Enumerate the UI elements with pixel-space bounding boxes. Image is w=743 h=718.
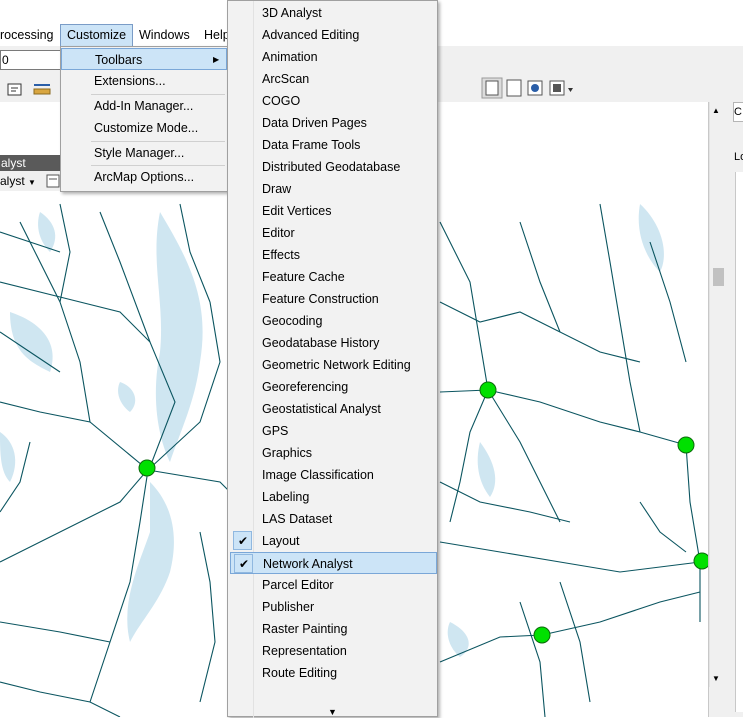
- toolbar-menu-item-label: ArcScan: [262, 72, 310, 86]
- menu-windows[interactable]: Windows: [133, 24, 196, 46]
- measure-tool-icon[interactable]: [30, 78, 54, 100]
- stop-point-2: [479, 381, 497, 399]
- toolbar-menu-item[interactable]: GPS: [230, 420, 437, 442]
- network-analyst-dropdown-label: alyst: [0, 174, 25, 188]
- toolbar-menu-item-label: Network Analyst: [263, 557, 353, 571]
- toolbar-menu-item[interactable]: Representation: [230, 640, 437, 662]
- catalog-tree[interactable]: [735, 172, 743, 712]
- submenu-arrow-icon: ▶: [213, 55, 220, 64]
- toolbar-menu-item-label: GPS: [262, 424, 289, 438]
- toolbar-menu-item[interactable]: Animation: [230, 46, 437, 68]
- toolbar-menu-item-label: Edit Vertices: [262, 204, 332, 218]
- toolbar-menu-item-label: Raster Painting: [262, 622, 348, 636]
- scroll-up-icon[interactable]: ▲: [712, 106, 720, 115]
- toolbar-menu-item-label: Labeling: [262, 490, 310, 504]
- toolbar-menu-item[interactable]: Data Driven Pages: [230, 112, 437, 134]
- toolbar-menu-item-label: COGO: [262, 94, 301, 108]
- network-analyst-dropdown[interactable]: alyst ▼: [0, 172, 42, 190]
- toolbar-menu-item[interactable]: Advanced Editing: [230, 24, 437, 46]
- toolbar-menu-item-label: Georeferencing: [262, 380, 349, 394]
- toolbar-menu-item[interactable]: Effects: [230, 244, 437, 266]
- toolbar-menu-item-label: Geocoding: [262, 314, 323, 328]
- menu-item-style-manager[interactable]: Style Manager...: [61, 142, 227, 164]
- toolbar-menu-item[interactable]: ArcScan: [230, 68, 437, 90]
- toolbar-menu-item[interactable]: Edit Vertices: [230, 200, 437, 222]
- scroll-more-arrow-icon[interactable]: ▼: [328, 707, 337, 717]
- toolbar-menu-item-label: Geostatistical Analyst: [262, 402, 381, 416]
- toolbar-menu-item-label: Parcel Editor: [262, 578, 334, 592]
- stop-point-5: [693, 552, 708, 570]
- toolbar-menu-item-label: Image Classification: [262, 468, 374, 482]
- menu-item-addin-manager[interactable]: Add-In Manager...: [61, 95, 227, 117]
- dropdown-arrow-icon: ▼: [28, 178, 36, 187]
- toolbar-menu-item[interactable]: Feature Cache: [230, 266, 437, 288]
- toolbar-menu-item[interactable]: LAS Dataset: [230, 508, 437, 530]
- checkmark-icon: ✔: [239, 557, 250, 571]
- toolbar-menu-item-label: Geodatabase History: [262, 336, 380, 350]
- toolbar-menu-item[interactable]: Data Frame Tools: [230, 134, 437, 156]
- toolbar-menu-item[interactable]: Graphics: [230, 442, 437, 464]
- stop-point-3: [677, 436, 695, 454]
- menu-item-customize-mode[interactable]: Customize Mode...: [61, 117, 227, 139]
- menu-item-extensions[interactable]: Extensions...: [61, 70, 227, 92]
- toolbar-menu-item[interactable]: COGO: [230, 90, 437, 112]
- toolbar-menu-item[interactable]: Geostatistical Analyst: [230, 398, 437, 420]
- stop-point-1: [138, 459, 156, 477]
- toolbar-menu-item[interactable]: Geodatabase History: [230, 332, 437, 354]
- toolbar-menu-item-label: Effects: [262, 248, 300, 262]
- toolbar-menu-item[interactable]: Publisher: [230, 596, 437, 618]
- checkmark-icon: ✔: [238, 534, 249, 548]
- toolbar-menu-item[interactable]: Raster Painting: [230, 618, 437, 640]
- toolbar-menu-item-label: Layout: [262, 534, 300, 548]
- toolbar-menu-item[interactable]: ✔ Network Analyst: [230, 552, 437, 574]
- toolbar-menu-item-label: Route Editing: [262, 666, 338, 680]
- toolbar-menu-item-label: Data Frame Tools: [262, 138, 361, 152]
- toolbar-menu-item-label: Feature Cache: [262, 270, 345, 284]
- menu-item-toolbars[interactable]: Toolbars ▶: [61, 48, 227, 70]
- toolbar-menu-item-label: Editor: [262, 226, 295, 240]
- scroll-down-icon[interactable]: ▼: [712, 674, 720, 683]
- toolbar-menu-item-label: Graphics: [262, 446, 313, 460]
- menu-geoprocessing[interactable]: rocessing: [0, 24, 60, 46]
- toolbar-menu-item-label: Publisher: [262, 600, 315, 614]
- toolbar-menu-item[interactable]: Parcel Editor: [230, 574, 437, 596]
- toolbar-menu-item-label: Draw: [262, 182, 292, 196]
- toolbar-menu-item-label: Representation: [262, 644, 347, 658]
- toolbar-menu-item-label: Distributed Geodatabase: [262, 160, 401, 174]
- toolbar-menu-item[interactable]: Georeferencing: [230, 376, 437, 398]
- toolbar-menu-item-label: Advanced Editing: [262, 28, 360, 42]
- toolbar-menu-item[interactable]: Geometric Network Editing: [230, 354, 437, 376]
- toolbar-menu-item[interactable]: Geocoding: [230, 310, 437, 332]
- toolbar-menu-item[interactable]: 3D Analyst: [230, 2, 437, 24]
- toolbars-submenu: 3D Analyst Advanced Editing Animation ArcSc…: [227, 0, 438, 718]
- stop-point-4: [533, 626, 551, 644]
- identify-results-icon[interactable]: [3, 78, 27, 100]
- scale-combo[interactable]: 0: [0, 50, 63, 70]
- toolbar-menu-item[interactable]: Labeling: [230, 486, 437, 508]
- toolbar-menu-item[interactable]: Draw: [230, 178, 437, 200]
- map-vertical-scrollbar[interactable]: ▲ ▼: [709, 102, 727, 687]
- toolbar-menu-item[interactable]: Feature Construction: [230, 288, 437, 310]
- layout-toolbar-buttons: [480, 76, 574, 100]
- menu-item-arcmap-options[interactable]: ArcMap Options...: [61, 166, 227, 188]
- toolbar-menu-item[interactable]: Image Classification: [230, 464, 437, 486]
- na-window-button-icon[interactable]: [46, 174, 60, 188]
- location-label: Lo: [734, 151, 743, 163]
- scroll-thumb[interactable]: [713, 268, 724, 286]
- catalog-tab[interactable]: C: [733, 102, 743, 122]
- toolbar-menu-item-label: Data Driven Pages: [262, 116, 367, 130]
- network-analyst-window-title: alyst: [0, 155, 61, 171]
- toolbar-menu-item-label: Feature Construction: [262, 292, 379, 306]
- toolbar-menu-item[interactable]: ✔ Layout: [230, 530, 437, 552]
- customize-menu: Toolbars ▶ Extensions... Add-In Manager.…: [60, 46, 228, 192]
- toolbar-menu-item-label: Geometric Network Editing: [262, 358, 411, 372]
- toolbar-menu-item-label: 3D Analyst: [262, 6, 322, 20]
- toolbar-menu-item[interactable]: Route Editing: [230, 662, 437, 684]
- toolbar-menu-item-label: LAS Dataset: [262, 512, 333, 526]
- toolbar-menu-item[interactable]: Distributed Geodatabase: [230, 156, 437, 178]
- menu-customize[interactable]: Customize: [60, 24, 134, 48]
- toolbar-menu-item-label: Animation: [262, 50, 318, 64]
- toolbar-menu-item[interactable]: Editor: [230, 222, 437, 244]
